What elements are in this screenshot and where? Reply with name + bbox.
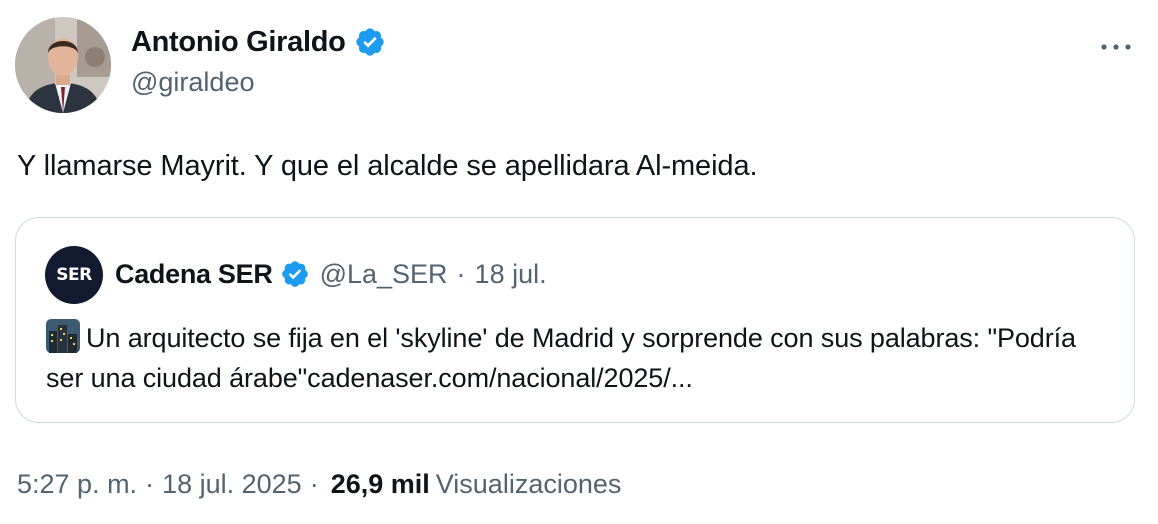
meta-separator: · [309, 469, 319, 499]
author-name[interactable]: Antonio Giraldo [131, 24, 346, 60]
more-options-button[interactable] [1096, 30, 1136, 64]
meta-separator: · [145, 469, 155, 499]
cityscape-icon [46, 319, 80, 353]
quoted-tweet-card[interactable]: SER Cadena SER @La_SER · 18 jul. Un arqu… [15, 217, 1135, 423]
quote-text: Un arquitecto se fija en el 'skyline' de… [46, 318, 1116, 398]
quote-author-name[interactable]: Cadena SER [115, 256, 273, 292]
quote-link[interactable]: cadenaser.com/nacional/2025/... [307, 363, 693, 393]
tweet-time[interactable]: 5:27 p. m. [17, 466, 137, 502]
more-dots-icon [1101, 44, 1131, 50]
quote-separator: · [456, 259, 466, 289]
tweet-meta: 5:27 p. m. · 18 jul. 2025 · 26,9 mil Vis… [17, 466, 621, 502]
tweet: Antonio Giraldo @giraldeo Y llamarse May… [0, 0, 1158, 524]
author-handle[interactable]: @giraldeo [131, 64, 254, 100]
quote-header: Cadena SER @La_SER · 18 jul. [115, 256, 547, 292]
verified-badge-icon [281, 261, 308, 287]
views-label[interactable]: Visualizaciones [436, 466, 622, 502]
tweet-date[interactable]: 18 jul. 2025 [162, 466, 302, 502]
tweet-text: Y llamarse Mayrit. Y que el alcalde se a… [17, 150, 758, 182]
quote-author-handle[interactable]: @La_SER [320, 256, 448, 292]
author-avatar[interactable] [15, 17, 111, 113]
author-name-row: Antonio Giraldo [131, 24, 386, 60]
views-count[interactable]: 26,9 mil [331, 466, 430, 502]
verified-badge-icon[interactable] [354, 26, 386, 58]
quote-avatar-logo: SER [56, 265, 92, 285]
author-photo [15, 17, 111, 113]
quote-author-avatar[interactable]: SER [45, 246, 103, 304]
quote-date[interactable]: 18 jul. [475, 256, 547, 292]
